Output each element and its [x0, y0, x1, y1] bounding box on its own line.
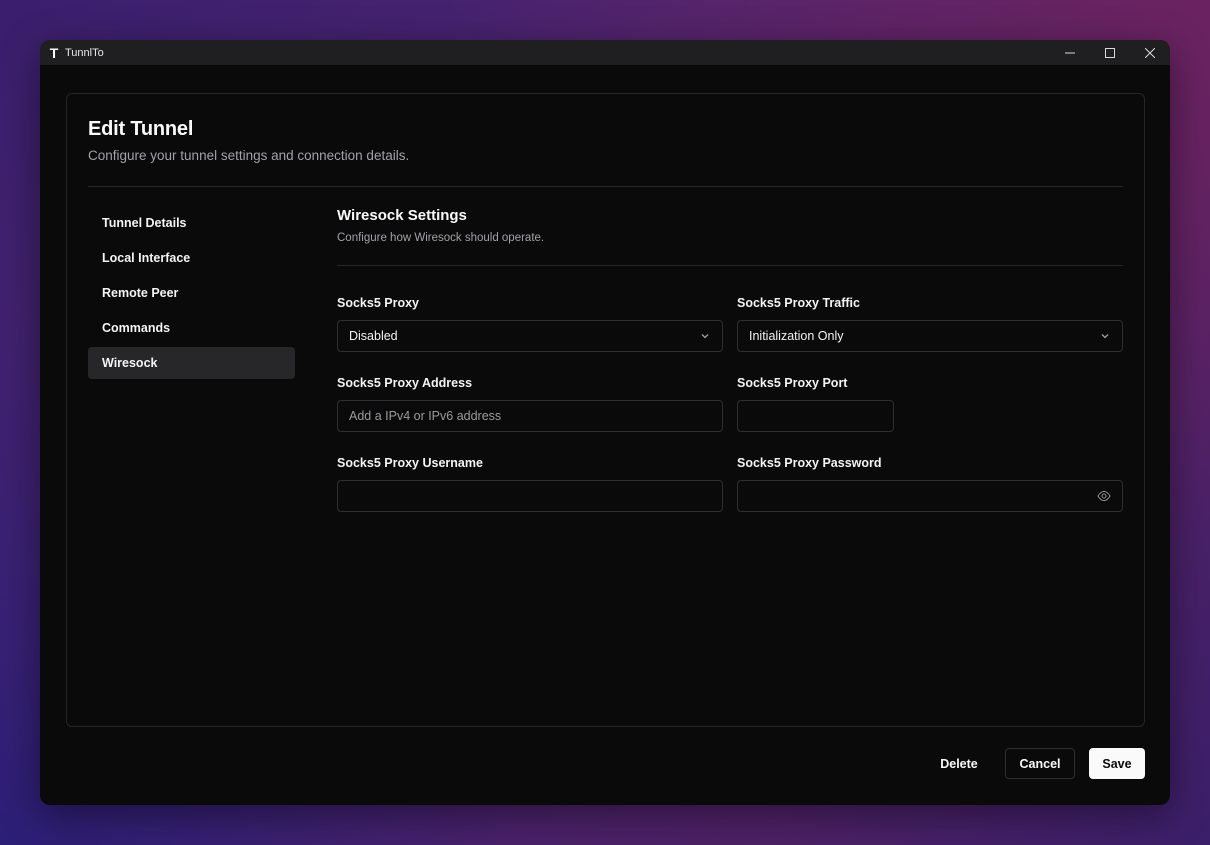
section-subtitle: Configure how Wiresock should operate. — [337, 232, 545, 244]
close-icon — [1145, 47, 1155, 58]
socks5-proxy-traffic-value: Initialization Only — [749, 329, 844, 343]
sidebar-item-label: Tunnel Details — [102, 216, 187, 230]
close-button[interactable] — [1130, 40, 1170, 65]
cancel-button[interactable]: Cancel — [1005, 748, 1075, 779]
sidebar-item-local-interface[interactable]: Local Interface — [88, 242, 295, 274]
socks5-proxy-username-field: Socks5 Proxy Username — [337, 456, 723, 512]
sidebar-item-label: Wiresock — [102, 356, 158, 370]
sidebar-item-label: Remote Peer — [102, 286, 179, 300]
socks5-proxy-password-input[interactable] — [737, 480, 1123, 512]
socks5-proxy-port-field: Socks5 Proxy Port — [737, 376, 894, 432]
app-title: TunnlTo — [65, 46, 104, 59]
minimize-icon — [1065, 52, 1075, 53]
maximize-icon — [1105, 47, 1115, 58]
delete-button[interactable]: Delete — [926, 748, 992, 779]
header-divider — [88, 186, 1123, 187]
socks5-proxy-value: Disabled — [349, 329, 398, 343]
socks5-proxy-port-label: Socks5 Proxy Port — [737, 376, 848, 390]
section-title: Wiresock Settings — [337, 207, 467, 224]
minimize-button[interactable] — [1050, 40, 1090, 65]
titlebar: T TunnlTo — [40, 40, 1170, 65]
edit-tunnel-card: Edit Tunnel Configure your tunnel settin… — [66, 93, 1145, 727]
sidebar-item-commands[interactable]: Commands — [88, 312, 295, 344]
section-divider — [337, 265, 1123, 266]
socks5-proxy-username-input[interactable] — [337, 480, 723, 512]
sidebar-item-tunnel-details[interactable]: Tunnel Details — [88, 207, 295, 239]
socks5-proxy-traffic-select[interactable]: Initialization Only — [737, 320, 1123, 352]
socks5-proxy-address-placeholder: Add a IPv4 or IPv6 address — [349, 409, 502, 423]
app-logo-icon: T — [49, 44, 59, 61]
settings-sidebar: Tunnel Details Local Interface Remote Pe… — [88, 207, 295, 382]
app-window: T TunnlTo Edit Tunnel Configure your tun… — [40, 40, 1170, 805]
socks5-proxy-password-field: Socks5 Proxy Password — [737, 456, 1123, 512]
sidebar-item-remote-peer[interactable]: Remote Peer — [88, 277, 295, 309]
sidebar-item-label: Commands — [102, 321, 171, 335]
socks5-proxy-traffic-label: Socks5 Proxy Traffic — [737, 296, 860, 310]
sidebar-item-wiresock[interactable]: Wiresock — [88, 347, 295, 379]
window-controls — [1050, 40, 1170, 65]
socks5-proxy-address-input[interactable]: Add a IPv4 or IPv6 address — [337, 400, 723, 432]
socks5-proxy-address-label: Socks5 Proxy Address — [337, 376, 473, 390]
socks5-proxy-address-field: Socks5 Proxy Address Add a IPv4 or IPv6 … — [337, 376, 723, 432]
socks5-proxy-field: Socks5 Proxy Disabled — [337, 296, 723, 352]
socks5-proxy-label: Socks5 Proxy — [337, 296, 419, 310]
socks5-proxy-traffic-field: Socks5 Proxy Traffic Initialization Only — [737, 296, 1123, 352]
page-subtitle: Configure your tunnel settings and conne… — [88, 148, 410, 163]
maximize-button[interactable] — [1090, 40, 1130, 65]
eye-icon[interactable] — [1097, 490, 1111, 502]
page-title: Edit Tunnel — [88, 118, 194, 140]
chevron-down-icon — [1101, 334, 1109, 339]
socks5-proxy-password-label: Socks5 Proxy Password — [737, 456, 882, 470]
save-button[interactable]: Save — [1089, 748, 1145, 779]
wiresock-settings-panel: Wiresock Settings Configure how Wiresock… — [337, 207, 1123, 512]
socks5-proxy-select[interactable]: Disabled — [337, 320, 723, 352]
chevron-down-icon — [701, 334, 709, 339]
socks5-proxy-username-label: Socks5 Proxy Username — [337, 456, 483, 470]
socks5-proxy-port-input[interactable] — [737, 400, 894, 432]
sidebar-item-label: Local Interface — [102, 251, 191, 265]
